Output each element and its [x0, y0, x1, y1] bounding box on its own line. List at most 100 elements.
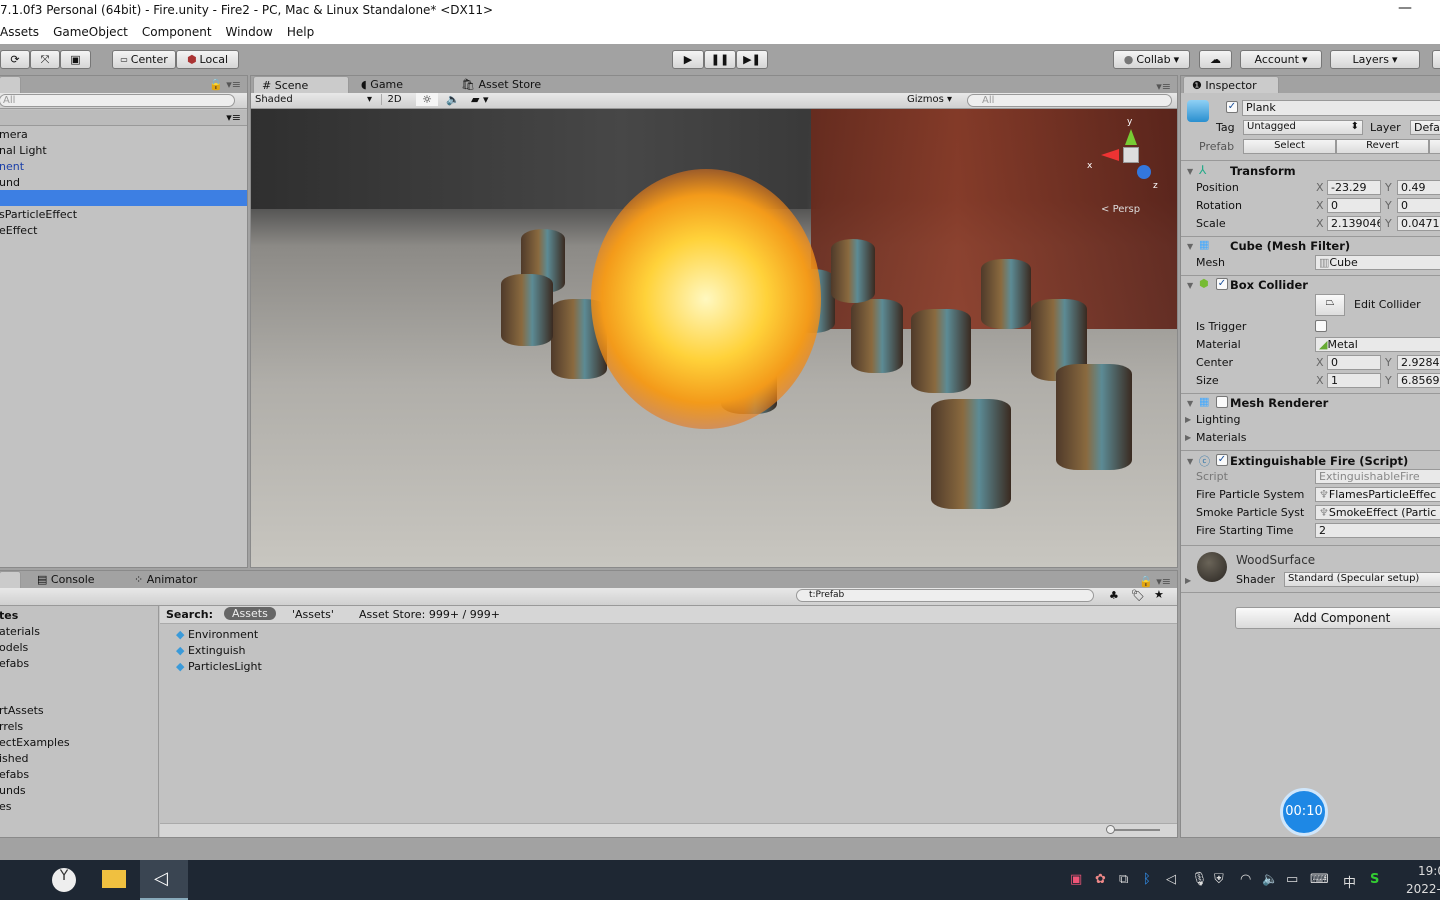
rotation-y-field[interactable]: 0: [1397, 198, 1440, 213]
keyboard-icon[interactable]: ⌨: [1310, 872, 1329, 887]
scene-menu-icon[interactable]: ▾≡: [226, 111, 241, 124]
active-checkbox[interactable]: ✓: [1226, 101, 1238, 113]
position-x-field[interactable]: -23.29: [1327, 180, 1381, 195]
lighting-toggle[interactable]: ☼: [416, 93, 438, 106]
foldout-icon[interactable]: ▼: [1187, 242, 1193, 251]
scale-tool-button[interactable]: ⤧: [30, 50, 60, 69]
folder-item[interactable]: rtAssets: [0, 703, 158, 719]
recording-timer[interactable]: 00:10: [1280, 788, 1328, 836]
folder-item[interactable]: aterials: [0, 624, 158, 640]
prefab-select-button[interactable]: Select: [1243, 139, 1336, 154]
2d-toggle[interactable]: 2D: [381, 94, 407, 105]
unity-taskbar-button[interactable]: ◁: [140, 860, 188, 900]
app-clock-icon[interactable]: Y: [52, 868, 76, 892]
menu-window[interactable]: Window: [226, 25, 273, 44]
menu-assets[interactable]: Assets: [0, 25, 39, 44]
scene-viewport[interactable]: x y z < Persp: [251, 109, 1177, 567]
add-component-button[interactable]: Add Component: [1235, 607, 1440, 629]
effects-dropdown[interactable]: ▰ ▾: [471, 93, 501, 106]
screenshot-icon[interactable]: ⧉: [1119, 872, 1128, 887]
center-y-field[interactable]: 2.92848: [1397, 355, 1440, 370]
s-app-icon[interactable]: S: [1370, 872, 1379, 887]
tab-animator[interactable]: ⁘ Animator: [126, 571, 205, 588]
hierarchy-item[interactable]: nent: [0, 159, 247, 175]
menu-component[interactable]: Component: [142, 25, 212, 44]
rotation-x-field[interactable]: 0: [1327, 198, 1381, 213]
prefab-revert-button[interactable]: Revert: [1336, 139, 1429, 154]
tab-scene[interactable]: # Scene: [253, 76, 349, 93]
mesh-field[interactable]: ▥Cube: [1315, 255, 1440, 270]
fire-particle-field[interactable]: ♆FlamesParticleEffec: [1315, 487, 1440, 502]
menu-gameobject[interactable]: GameObject: [53, 25, 128, 44]
icon-size-slider[interactable]: [1110, 829, 1160, 831]
script-enabled-checkbox[interactable]: ✓: [1216, 454, 1228, 466]
folder-item[interactable]: efabs: [0, 767, 158, 783]
position-y-field[interactable]: 0.49: [1397, 180, 1440, 195]
foldout-icon[interactable]: ▶: [1185, 576, 1191, 585]
asset-item[interactable]: ◆ Extinguish: [176, 643, 1177, 659]
name-field[interactable]: Plank: [1242, 100, 1440, 116]
folder-item[interactable]: ectExamples: [0, 735, 158, 751]
project-menu-icon[interactable]: 🔒 ▾≡: [1139, 575, 1171, 588]
audio-toggle[interactable]: 🔈: [443, 93, 463, 106]
bluetooth-icon[interactable]: ᛒ: [1143, 872, 1151, 887]
cloud-button[interactable]: ☁: [1199, 50, 1232, 69]
unity-tray-icon[interactable]: ◁: [1166, 872, 1176, 887]
scale-x-field[interactable]: 2.139046: [1327, 216, 1381, 231]
collab-button[interactable]: ● Collab ▾: [1113, 50, 1190, 69]
favorite-star-icon[interactable]: ★: [1154, 588, 1164, 601]
volume-icon[interactable]: 🔈: [1262, 872, 1278, 887]
panel-menu-icon[interactable]: 🔒 ▾≡: [209, 78, 241, 91]
asset-item[interactable]: ◆ Environment: [176, 627, 1177, 643]
smoke-particle-field[interactable]: ♆SmokeEffect (Partic: [1315, 505, 1440, 520]
folder-item[interactable]: es: [0, 799, 158, 815]
clock-date[interactable]: 2022-: [1406, 882, 1440, 896]
menu-help[interactable]: Help: [287, 25, 314, 44]
hierarchy-item[interactable]: nal Light: [0, 143, 247, 159]
folder-item[interactable]: odels: [0, 640, 158, 656]
clock-time[interactable]: 19:0: [1418, 864, 1440, 878]
filter-type-icon[interactable]: ♣: [1109, 589, 1119, 602]
rotate-tool-button[interactable]: ⟳: [0, 50, 30, 69]
hierarchy-item[interactable]: mera: [0, 127, 247, 143]
account-dropdown[interactable]: Account ▾: [1240, 50, 1322, 69]
wifi-icon[interactable]: ◠: [1240, 872, 1251, 887]
materials-foldout[interactable]: Materials: [1196, 431, 1246, 444]
scope-assets-button[interactable]: Assets: [224, 607, 276, 620]
shader-dropdown[interactable]: Standard (Specular setup): [1284, 572, 1440, 587]
pivot-local-button[interactable]: ⬢ Local: [176, 50, 239, 69]
folder-item[interactable]: efabs: [0, 656, 158, 672]
pause-button[interactable]: ❚❚: [704, 50, 736, 69]
pivot-center-button[interactable]: ▭ Center: [112, 50, 176, 69]
hierarchy-search-input[interactable]: All: [0, 94, 235, 107]
folder-item[interactable]: ished: [0, 751, 158, 767]
minimize-button[interactable]: —: [1398, 0, 1412, 16]
persp-label[interactable]: < Persp: [1101, 204, 1140, 215]
size-y-field[interactable]: 6.85696: [1397, 373, 1440, 388]
security-shield-icon[interactable]: ⛨: [1214, 872, 1224, 887]
step-button[interactable]: ▶❚: [736, 50, 768, 69]
size-x-field[interactable]: 1: [1327, 373, 1381, 388]
scope-asset-store-button[interactable]: Asset Store: 999+ / 999+: [359, 608, 500, 621]
flower-icon[interactable]: ✿: [1095, 872, 1106, 887]
folder-item[interactable]: unds: [0, 783, 158, 799]
tab-asset-store[interactable]: 🛍 Asset Store: [453, 76, 549, 93]
scene-gizmo[interactable]: x y z: [1087, 117, 1161, 191]
prefab-apply-button[interactable]: [1429, 139, 1440, 154]
folder-item[interactable]: rrels: [0, 719, 158, 735]
foldout-icon[interactable]: ▼: [1187, 399, 1193, 408]
bilibili-icon[interactable]: ▣: [1070, 872, 1082, 887]
tab-inspector[interactable]: ❶ Inspector: [1183, 76, 1279, 93]
ime-indicator[interactable]: 中: [1343, 872, 1356, 891]
shading-dropdown[interactable]: Shaded ▾: [255, 94, 375, 105]
tag-dropdown[interactable]: Untagged ⬍: [1243, 120, 1363, 135]
lighting-foldout[interactable]: Lighting: [1196, 413, 1240, 426]
foldout-icon[interactable]: ▶: [1185, 415, 1191, 424]
box-collider-enabled-checkbox[interactable]: ✓: [1216, 278, 1228, 290]
mesh-renderer-enabled-checkbox[interactable]: [1216, 396, 1228, 408]
scene-panel-menu-icon[interactable]: ▾≡: [1156, 80, 1171, 93]
material-field[interactable]: ◢Metal: [1315, 337, 1440, 352]
foldout-icon[interactable]: ▼: [1187, 457, 1193, 466]
layer-dropdown[interactable]: Defau: [1410, 120, 1440, 135]
battery-icon[interactable]: ▭: [1286, 872, 1298, 887]
